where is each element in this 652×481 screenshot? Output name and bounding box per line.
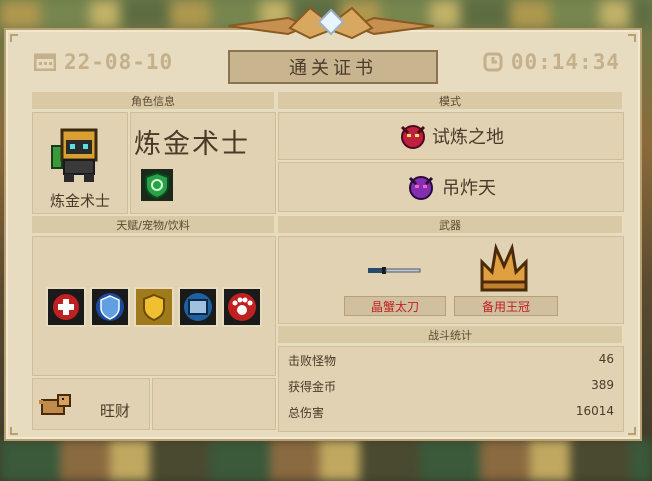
skill-badge-icon	[141, 169, 173, 201]
weapon-label-katana: 晶蟹太刀	[344, 296, 446, 316]
weapons-panel	[278, 236, 624, 324]
stat-row-gold: 获得金币 389	[288, 378, 614, 395]
weapon-label-crown: 备用王冠	[454, 296, 558, 316]
tablet-icon	[184, 293, 212, 321]
date-display: 22-08-10	[34, 50, 173, 74]
stat-label: 击败怪物	[288, 354, 337, 368]
mode-section-header: 模式	[278, 92, 622, 109]
calendar-icon	[34, 53, 56, 71]
talent-slot	[46, 287, 86, 327]
stats-section-label: 战斗统计	[428, 328, 472, 342]
corner-ornament	[628, 427, 636, 435]
crown-icon	[480, 242, 528, 292]
mode-secondary-text: 吊炸天	[442, 178, 496, 199]
mode-section-label: 模式	[439, 94, 461, 108]
mode-primary-panel: 试炼之地	[278, 112, 624, 160]
character-name: 炼金术士	[134, 129, 250, 160]
stat-value: 389	[591, 378, 614, 392]
corner-ornament	[628, 34, 636, 42]
stat-row-kills: 击败怪物 46	[288, 352, 614, 369]
talent-slot	[134, 287, 174, 327]
clock-icon	[483, 52, 503, 72]
stats-section-header: 战斗统计	[278, 326, 622, 343]
character-section-header: 角色信息	[32, 92, 274, 109]
stat-value: 16014	[575, 404, 614, 418]
drink-panel	[152, 378, 276, 430]
alchemist-character-icon	[51, 128, 98, 182]
stat-label: 总伤害	[288, 406, 325, 420]
background-bottom	[0, 440, 652, 481]
certificate-title: 通关证书	[228, 50, 438, 84]
mode-primary-text: 试炼之地	[432, 127, 504, 148]
date-text: 22-08-10	[64, 50, 174, 74]
paw-icon	[228, 293, 256, 321]
shield-wing-icon	[96, 293, 124, 321]
weapons-section-header: 武器	[278, 216, 622, 233]
certificate-title-text: 通关证书	[289, 58, 377, 79]
dog-pet-icon	[39, 394, 71, 415]
talents-section-header: 天赋/宠物/饮料	[32, 216, 274, 233]
crest-ornament-icon	[228, 6, 434, 40]
health-cross-icon	[53, 294, 79, 320]
mode-secondary-panel: 吊炸天	[278, 162, 624, 212]
character-portrait-caption: 炼金术士	[49, 192, 110, 210]
katana-icon	[368, 267, 421, 274]
character-section-label: 角色信息	[131, 94, 175, 108]
time-text: 00:14:34	[510, 50, 620, 74]
talent-slot	[222, 287, 262, 327]
talents-section-label: 天赋/宠物/饮料	[116, 218, 190, 232]
time-display: 00:14:34	[483, 50, 620, 74]
stat-value: 46	[598, 352, 614, 366]
gold-shield-icon	[136, 289, 172, 325]
badass-demon-icon	[408, 176, 434, 200]
talent-slot	[90, 287, 130, 327]
trial-demon-icon	[400, 125, 426, 149]
stat-label: 获得金币	[288, 380, 337, 394]
talent-slot	[178, 287, 218, 327]
corner-ornament	[10, 427, 18, 435]
stat-row-damage: 总伤害 16014	[288, 404, 614, 421]
corner-ornament	[10, 34, 18, 42]
weapons-section-label: 武器	[439, 218, 461, 232]
clear-certificate: 22-08-10 通关证书 00:14:34 角色信息 模式 天赋/宠物/饮料 …	[4, 6, 642, 441]
pet-name: 旺财	[100, 402, 131, 420]
